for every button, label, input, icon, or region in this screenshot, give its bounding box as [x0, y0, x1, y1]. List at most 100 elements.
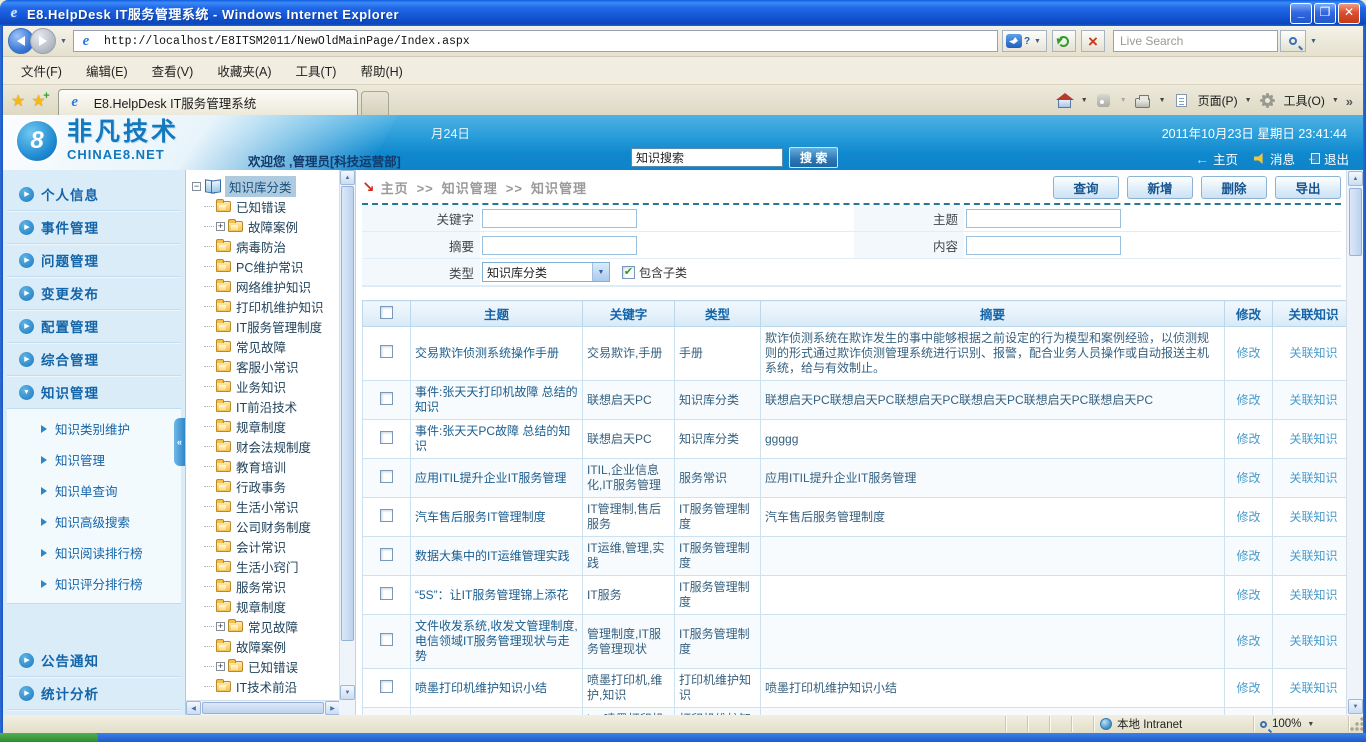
breadcrumb-item[interactable]: 知识管理	[531, 181, 587, 196]
row-checkbox[interactable]	[380, 509, 393, 522]
related-knowledge-link[interactable]: 关联知识	[1289, 393, 1337, 407]
modify-link[interactable]: 修改	[1236, 346, 1260, 360]
menu-item[interactable]: 工具(T)	[285, 58, 346, 83]
add-button[interactable]: 新增	[1127, 176, 1193, 199]
tree-node[interactable]: +常见故障	[204, 616, 338, 636]
tree-scroll-thumb[interactable]	[341, 186, 354, 641]
row-checkbox[interactable]	[380, 633, 393, 646]
add-favorite-icon[interactable]: ★	[31, 94, 45, 110]
tree-node[interactable]: 教育培训	[204, 456, 338, 476]
tree-node[interactable]: 故障案例	[204, 636, 338, 656]
resize-grip[interactable]	[1349, 716, 1363, 732]
start-button-edge[interactable]	[0, 733, 98, 742]
print-dropdown[interactable]: ▼	[1159, 97, 1166, 104]
modify-link[interactable]: 修改	[1236, 549, 1260, 563]
tools-menu-label[interactable]: 工具(O)	[1284, 92, 1325, 109]
header-link-home-arrow[interactable]: ←主页	[1195, 149, 1238, 168]
zoom-control[interactable]: 100% ▼	[1254, 716, 1349, 732]
modify-link[interactable]: 修改	[1236, 393, 1260, 407]
expand-icon[interactable]: +	[216, 662, 225, 671]
address-field[interactable]: e http://localhost/E8ITSM2011/NewOldMain…	[73, 30, 998, 52]
scroll-up-icon[interactable]: ▲	[340, 170, 355, 185]
type-select[interactable]: 知识库分类 ▼	[482, 262, 610, 282]
related-knowledge-link[interactable]: 关联知识	[1289, 634, 1337, 648]
row-checkbox[interactable]	[380, 680, 393, 693]
row-checkbox[interactable]	[380, 587, 393, 600]
sidebar-item[interactable]: 统计分析	[7, 677, 181, 710]
related-knowledge-link[interactable]: 关联知识	[1289, 549, 1337, 563]
sidebar-item[interactable]: 公告通知	[7, 644, 181, 677]
toolbar-overflow-chevron[interactable]: »	[1346, 94, 1353, 109]
tree-node[interactable]: 公司财务制度	[204, 516, 338, 536]
header-link-exit-door[interactable]: 退出	[1311, 149, 1349, 168]
print-button[interactable]	[1134, 93, 1152, 109]
menu-item[interactable]: 编辑(E)	[76, 58, 138, 83]
col-topic[interactable]: 主题	[411, 301, 583, 327]
expand-icon[interactable]: +	[216, 622, 225, 631]
menu-item[interactable]: 查看(V)	[142, 58, 204, 83]
related-knowledge-link[interactable]: 关联知识	[1289, 471, 1337, 485]
modify-link[interactable]: 修改	[1236, 588, 1260, 602]
new-tab-button[interactable]	[361, 91, 389, 115]
tree-node[interactable]: 常见故障	[204, 336, 338, 356]
tree-node[interactable]: 规章制度	[204, 596, 338, 616]
main-scroll-thumb[interactable]	[1349, 188, 1362, 256]
tree-vertical-scrollbar[interactable]: ▲ ▼	[339, 170, 355, 700]
modify-link[interactable]: 修改	[1236, 634, 1260, 648]
sidebar-collapse-handle[interactable]: «	[174, 418, 185, 466]
tree-node[interactable]: 打印机维护知识	[204, 296, 338, 316]
main-vertical-scrollbar[interactable]: ▲ ▼	[1346, 170, 1363, 715]
zoom-dropdown-icon[interactable]: ▼	[1307, 721, 1314, 728]
favorites-center-icon[interactable]: ★	[11, 94, 25, 110]
tree-root-node[interactable]: − 知识库分类	[190, 176, 338, 196]
sidebar-item[interactable]: 个人信息	[7, 178, 181, 211]
sidebar-item[interactable]: 综合管理	[7, 343, 181, 376]
tree-node[interactable]: +故障案例	[204, 216, 338, 236]
forward-button[interactable]	[30, 28, 56, 54]
tree-node[interactable]: PC维护常识	[204, 256, 338, 276]
row-checkbox[interactable]	[380, 470, 393, 483]
page-menu-dropdown[interactable]: ▼	[1245, 97, 1252, 104]
col-keyword[interactable]: 关键字	[583, 301, 675, 327]
search-go-button[interactable]	[1280, 30, 1306, 52]
topic-link[interactable]: 事件:张天天PC故障 总结的知识	[415, 424, 570, 453]
related-knowledge-link[interactable]: 关联知识	[1289, 588, 1337, 602]
query-button[interactable]: 查询	[1053, 176, 1119, 199]
keyword-input[interactable]	[482, 209, 637, 228]
modify-link[interactable]: 修改	[1236, 432, 1260, 446]
col-type[interactable]: 类型	[675, 301, 761, 327]
tree-node[interactable]: 会计常识	[204, 536, 338, 556]
topic-link[interactable]: 文件收发系统,收发文管理制度,电信领域IT服务管理现状与走势	[415, 619, 578, 663]
refresh-button[interactable]	[1052, 30, 1076, 52]
include-sub-checkbox[interactable]	[622, 266, 635, 279]
maximize-button[interactable]: ❐	[1314, 3, 1336, 24]
tree-node[interactable]: +已知错误	[204, 656, 338, 676]
menu-item[interactable]: 收藏夹(A)	[207, 58, 281, 83]
modify-link[interactable]: 修改	[1236, 681, 1260, 695]
tree-node[interactable]: 客服小常识	[204, 356, 338, 376]
scroll-left-icon[interactable]: ◀	[186, 701, 201, 715]
sidebar-item[interactable]: 问题管理	[7, 244, 181, 277]
minimize-button[interactable]: _	[1290, 3, 1312, 24]
menu-item[interactable]: 帮助(H)	[350, 58, 412, 83]
close-button[interactable]: ✕	[1338, 3, 1360, 24]
home-button[interactable]	[1056, 93, 1074, 109]
tree-node[interactable]: 网络维护知识	[204, 276, 338, 296]
topic-link[interactable]: 交易欺诈侦测系统操作手册	[415, 346, 559, 360]
summary-input[interactable]	[482, 236, 637, 255]
row-checkbox[interactable]	[380, 431, 393, 444]
topic-link[interactable]: 事件:张天天打印机故障 总结的知识	[415, 385, 578, 414]
modify-link[interactable]: 修改	[1236, 471, 1260, 485]
sidebar-subitem[interactable]: 知识管理	[7, 444, 181, 475]
sidebar-subitem[interactable]: 知识单查询	[7, 475, 181, 506]
sidebar-item[interactable]: 变更发布	[7, 277, 181, 310]
related-knowledge-link[interactable]: 关联知识	[1289, 346, 1337, 360]
row-checkbox[interactable]	[380, 548, 393, 561]
tree-node[interactable]: 已知错误	[204, 196, 338, 216]
topic-link[interactable]: 数据大集中的IT运维管理实践	[415, 549, 570, 563]
topic-link[interactable]: “5S”：让IT服务管理锦上添花	[415, 588, 568, 602]
history-dropdown[interactable]: ▼	[60, 38, 67, 45]
stop-button[interactable]: ×	[1081, 30, 1105, 52]
home-dropdown[interactable]: ▼	[1081, 97, 1088, 104]
sidebar-subitem[interactable]: 知识阅读排行榜	[7, 537, 181, 568]
